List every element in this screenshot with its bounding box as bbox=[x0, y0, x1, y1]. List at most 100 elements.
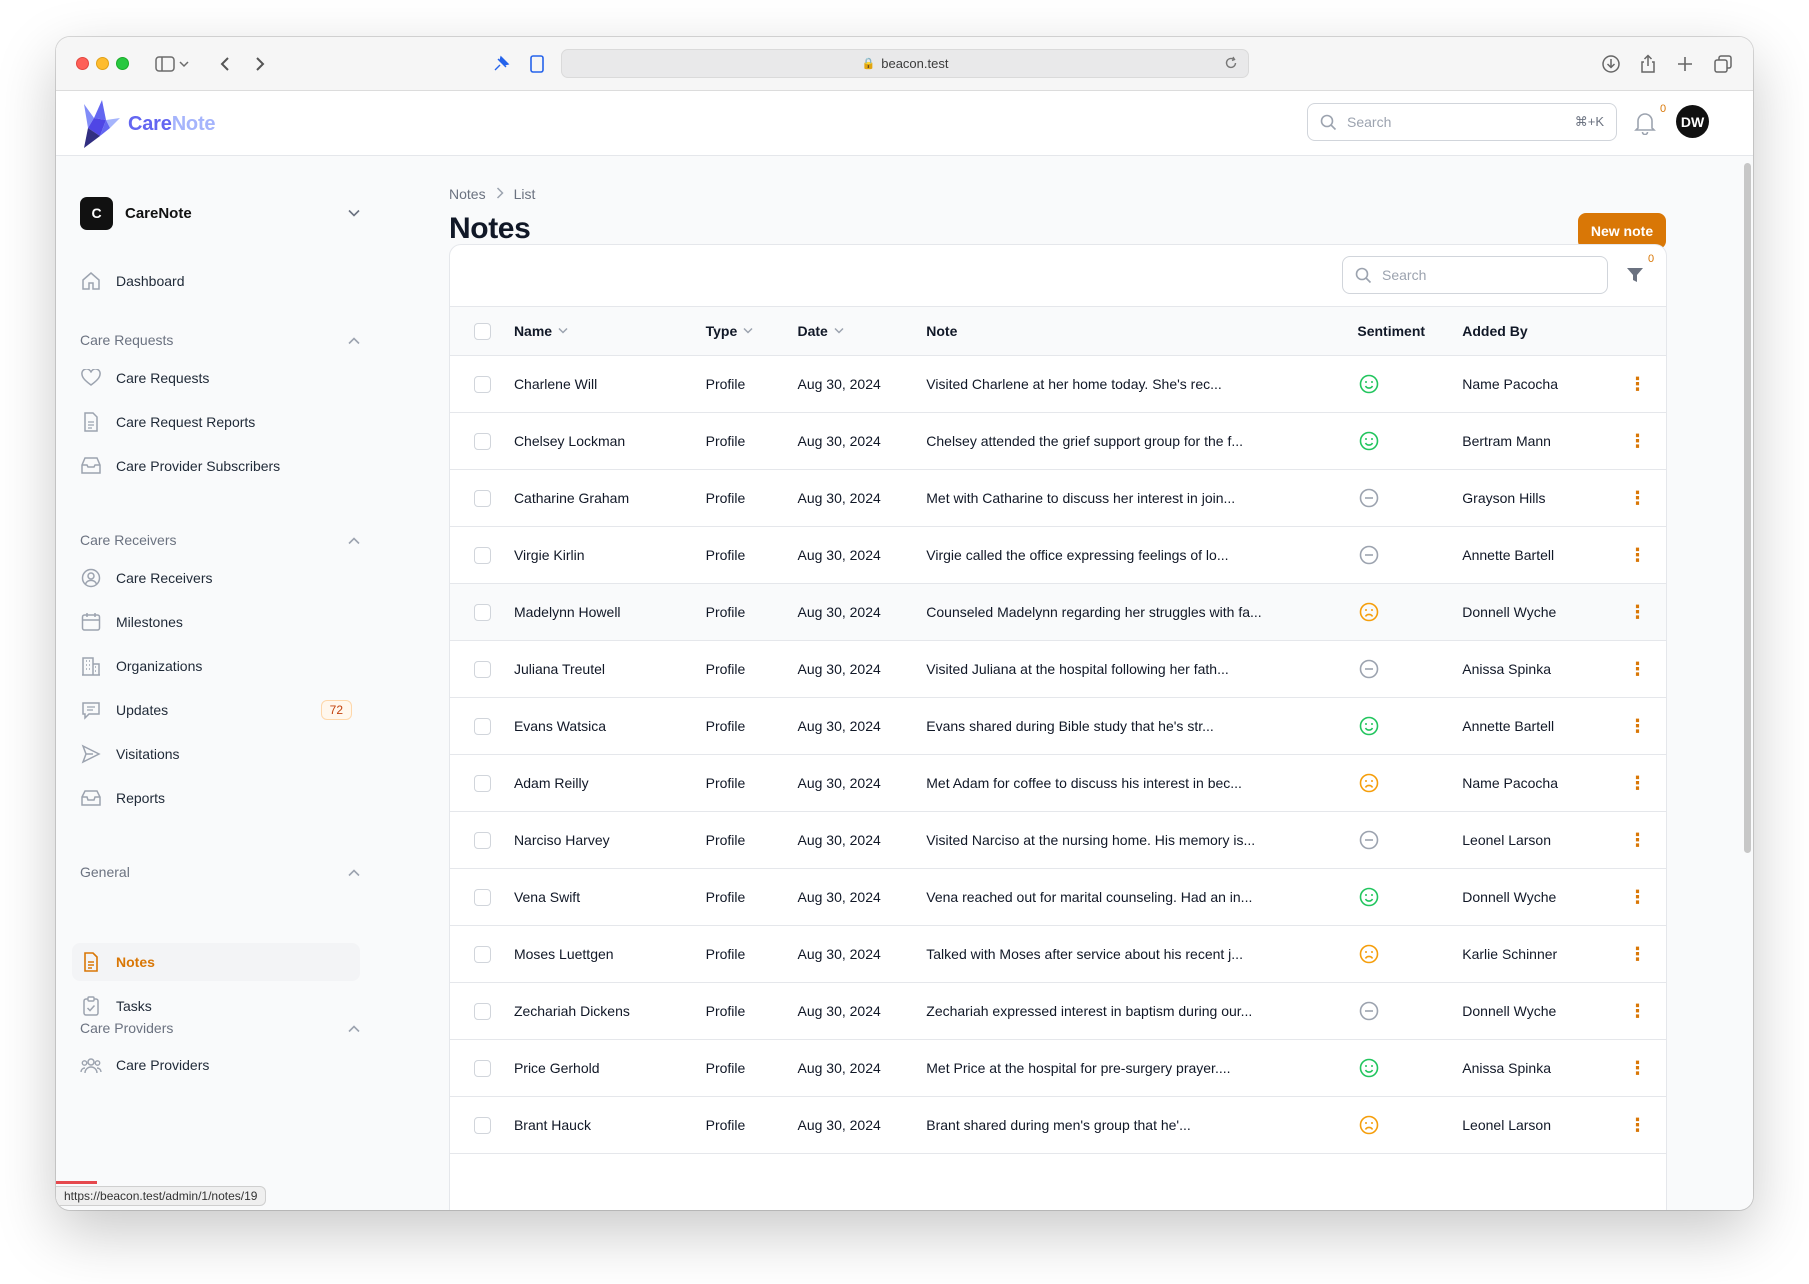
table-search-input[interactable]: Search bbox=[1342, 256, 1608, 294]
sentiment-neutral-icon bbox=[1359, 488, 1379, 508]
user-avatar[interactable]: DW bbox=[1676, 105, 1709, 138]
chevron-up-icon[interactable] bbox=[348, 332, 360, 348]
sidebar-group-care-requests[interactable]: Care Requests bbox=[80, 332, 360, 348]
table-row[interactable]: Narciso Harvey Profile Aug 30, 2024 Visited… bbox=[450, 811, 1666, 869]
new-tab-icon[interactable] bbox=[1672, 51, 1698, 77]
table-row[interactable]: Vena Swift Profile Aug 30, 2024 Vena reache… bbox=[450, 868, 1666, 926]
cell-sentiment bbox=[1357, 697, 1463, 755]
row-checkbox[interactable] bbox=[474, 717, 491, 735]
sidebar-item-care-receivers[interactable]: Care Receivers bbox=[72, 559, 360, 597]
sidebar-item-milestones[interactable]: Milestones bbox=[72, 603, 360, 641]
back-icon[interactable] bbox=[212, 51, 238, 77]
sidebar-item-care-request-reports[interactable]: Care Request Reports bbox=[72, 403, 360, 441]
sidebar-item-visitations[interactable]: Visitations bbox=[72, 735, 360, 773]
sidebar-group-general[interactable]: General bbox=[80, 864, 360, 880]
row-checkbox[interactable] bbox=[474, 831, 491, 849]
row-actions-icon[interactable]: ⋮ bbox=[1609, 412, 1666, 470]
sidebar-group-care-receivers[interactable]: Care Receivers bbox=[80, 532, 360, 548]
row-actions-icon[interactable]: ⋮ bbox=[1609, 355, 1666, 413]
sidebar-item-care-requests[interactable]: Care Requests bbox=[72, 359, 360, 397]
cell-date: Aug 30, 2024 bbox=[797, 1039, 927, 1097]
page-scrollbar[interactable] bbox=[1744, 163, 1751, 853]
table-row[interactable]: Brant Hauck Profile Aug 30, 2024 Brant shar… bbox=[450, 1096, 1666, 1154]
row-checkbox[interactable] bbox=[474, 546, 491, 564]
column-header-date[interactable]: Date bbox=[797, 306, 927, 356]
row-actions-icon[interactable]: ⋮ bbox=[1609, 697, 1666, 755]
column-header-name[interactable]: Name bbox=[513, 306, 706, 356]
sidebar-group-care-providers[interactable]: Care Providers bbox=[80, 1020, 360, 1036]
row-actions-icon[interactable]: ⋮ bbox=[1609, 925, 1666, 983]
table-row[interactable]: Madelynn Howell Profile Aug 30, 2024 Counse… bbox=[450, 583, 1666, 641]
sentiment-negative-icon bbox=[1359, 773, 1379, 793]
row-actions-icon[interactable]: ⋮ bbox=[1609, 526, 1666, 584]
sentiment-positive-icon bbox=[1359, 374, 1379, 394]
column-header-type[interactable]: Type bbox=[705, 306, 798, 356]
table-row[interactable]: Moses Luettgen Profile Aug 30, 2024 Talked … bbox=[450, 925, 1666, 983]
row-actions-icon[interactable]: ⋮ bbox=[1609, 982, 1666, 1040]
tab-overview-icon[interactable] bbox=[1710, 51, 1736, 77]
row-checkbox[interactable] bbox=[474, 1059, 491, 1077]
row-checkbox[interactable] bbox=[474, 774, 491, 792]
filter-icon[interactable] bbox=[1626, 266, 1646, 286]
sidebar-item-reports[interactable]: Reports bbox=[72, 779, 360, 817]
share-icon[interactable] bbox=[1635, 51, 1661, 77]
zoom-window-button[interactable] bbox=[116, 57, 129, 70]
sidebar-item-organizations[interactable]: Organizations bbox=[72, 647, 360, 685]
table-row[interactable]: Catharine Graham Profile Aug 30, 2024 Met w… bbox=[450, 469, 1666, 527]
sidebar-item-care-providers[interactable]: Care Providers bbox=[72, 1046, 360, 1084]
sidebar: C CareNote Dashboard Care Requests Care … bbox=[56, 156, 436, 1210]
minimize-window-button[interactable] bbox=[96, 57, 109, 70]
row-checkbox[interactable] bbox=[474, 375, 491, 393]
table-row[interactable]: Juliana Treutel Profile Aug 30, 2024 Visite… bbox=[450, 640, 1666, 698]
table-row[interactable]: Chelsey Lockman Profile Aug 30, 2024 Chelse… bbox=[450, 412, 1666, 470]
table-row[interactable]: Price Gerhold Profile Aug 30, 2024 Met Pric… bbox=[450, 1039, 1666, 1097]
sentiment-negative-icon bbox=[1359, 1115, 1379, 1135]
forward-icon[interactable] bbox=[247, 51, 273, 77]
breadcrumb-notes-link[interactable]: Notes bbox=[449, 186, 486, 202]
table-row[interactable]: Zechariah Dickens Profile Aug 30, 2024 Zech… bbox=[450, 982, 1666, 1040]
sidebar-item-dashboard[interactable]: Dashboard bbox=[72, 262, 360, 300]
row-checkbox[interactable] bbox=[474, 888, 491, 906]
reload-icon[interactable] bbox=[1224, 56, 1238, 73]
table-row[interactable]: Virgie Kirlin Profile Aug 30, 2024 Virgie c… bbox=[450, 526, 1666, 584]
select-all-checkbox[interactable] bbox=[474, 322, 491, 340]
reader-page-icon[interactable] bbox=[524, 51, 550, 77]
chevron-up-icon[interactable] bbox=[348, 864, 360, 880]
row-checkbox[interactable] bbox=[474, 432, 491, 450]
row-checkbox[interactable] bbox=[474, 1002, 491, 1020]
row-actions-icon[interactable]: ⋮ bbox=[1609, 469, 1666, 527]
table-row[interactable]: Adam Reilly Profile Aug 30, 2024 Met Adam f… bbox=[450, 754, 1666, 812]
table-row[interactable]: Evans Watsica Profile Aug 30, 2024 Evans sh… bbox=[450, 697, 1666, 755]
global-search-input[interactable]: Search ⌘+K bbox=[1307, 103, 1617, 141]
downloads-icon[interactable] bbox=[1598, 51, 1624, 77]
sidebar-toggle-icon[interactable] bbox=[152, 51, 178, 77]
cell-added-by: Donnell Wyche bbox=[1462, 982, 1610, 1040]
tenant-switcher[interactable]: C CareNote bbox=[80, 196, 360, 230]
row-actions-icon[interactable]: ⋮ bbox=[1609, 811, 1666, 869]
address-bar-url: beacon.test bbox=[881, 56, 949, 71]
sidebar-item-care-provider-subscribers[interactable]: Care Provider Subscribers bbox=[72, 447, 360, 485]
chevron-down-icon[interactable] bbox=[177, 51, 191, 77]
row-actions-icon[interactable]: ⋮ bbox=[1609, 640, 1666, 698]
row-checkbox[interactable] bbox=[474, 660, 491, 678]
address-bar[interactable]: 🔒 beacon.test bbox=[561, 49, 1249, 78]
row-actions-icon[interactable]: ⋮ bbox=[1609, 1039, 1666, 1097]
sidebar-item-updates[interactable]: Updates 72 bbox=[72, 691, 360, 729]
close-window-button[interactable] bbox=[76, 57, 89, 70]
row-checkbox[interactable] bbox=[474, 945, 491, 963]
row-checkbox[interactable] bbox=[474, 489, 491, 507]
row-checkbox[interactable] bbox=[474, 603, 491, 621]
table-row[interactable]: Charlene Will Profile Aug 30, 2024 Visited … bbox=[450, 355, 1666, 413]
sidebar-item-notes[interactable]: Notes bbox=[72, 943, 360, 981]
carenote-logo[interactable]: CareNote bbox=[80, 98, 216, 150]
chevron-up-icon[interactable] bbox=[348, 532, 360, 548]
row-actions-icon[interactable]: ⋮ bbox=[1609, 583, 1666, 641]
row-actions-icon[interactable]: ⋮ bbox=[1609, 1096, 1666, 1154]
row-checkbox[interactable] bbox=[474, 1116, 491, 1134]
chevron-up-icon[interactable] bbox=[348, 1020, 360, 1036]
bell-icon[interactable] bbox=[1634, 111, 1658, 136]
row-actions-icon[interactable]: ⋮ bbox=[1609, 868, 1666, 926]
row-actions-icon[interactable]: ⋮ bbox=[1609, 754, 1666, 812]
extension-pin-icon[interactable] bbox=[488, 51, 514, 77]
cell-name: Evans Watsica bbox=[513, 697, 706, 755]
